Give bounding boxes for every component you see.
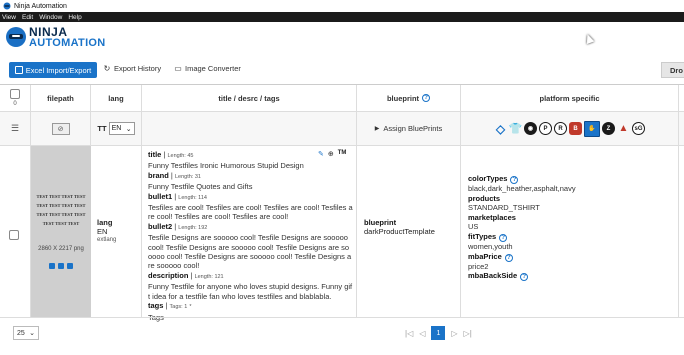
drop-button[interactable]: Dro bbox=[661, 62, 684, 78]
blueprint-cell[interactable]: blueprint darkProductTemplate bbox=[364, 218, 435, 236]
col-filepath[interactable]: filepath bbox=[31, 85, 91, 111]
selected-platform-icon[interactable]: ✋ bbox=[584, 120, 600, 137]
col-lang[interactable]: lang bbox=[91, 85, 142, 111]
r-icon[interactable]: R bbox=[554, 122, 567, 135]
play-icon: ▶ bbox=[374, 126, 380, 132]
app-logo: NINJA AUTOMATION bbox=[6, 24, 106, 50]
page-size-select[interactable]: 25 ⌄ bbox=[13, 326, 39, 340]
col-title[interactable]: title / desrc / tags bbox=[142, 85, 357, 111]
logo-line2: AUTOMATION bbox=[29, 36, 106, 49]
design-thumbnail[interactable]: TEST TEST TEST TEST TEST TEST TEST TEST … bbox=[31, 146, 91, 318]
next-page-icon[interactable]: ▷ bbox=[451, 329, 457, 338]
col-platform[interactable]: platform specific bbox=[461, 85, 679, 111]
info-icon[interactable]: ? bbox=[520, 273, 529, 282]
info-icon[interactable]: ? bbox=[510, 176, 519, 184]
table-row: TEST TEST TEST TEST TEST TEST TEST TEST … bbox=[0, 146, 684, 322]
history-icon: ↻ bbox=[103, 63, 111, 73]
col-blueprint[interactable]: blueprint ? bbox=[357, 85, 461, 111]
z-icon[interactable]: Z bbox=[602, 122, 615, 135]
first-page-icon[interactable]: |◁ bbox=[405, 329, 413, 338]
selected-count: 0 bbox=[13, 101, 17, 107]
listing-text[interactable]: title | Length: 45 Funny Testfiles Ironi… bbox=[148, 150, 353, 322]
menu-edit[interactable]: Edit bbox=[22, 14, 33, 21]
info-icon[interactable]: ? bbox=[422, 94, 431, 102]
pager: |◁ ◁ 1 ▷ ▷| bbox=[405, 326, 472, 340]
platform-icons: ◇ 👕 ◉ P R B ✋ Z ▲ sG bbox=[494, 120, 645, 137]
assign-blueprints-button[interactable]: ▶ Assign BluePrints bbox=[375, 124, 442, 133]
hide-preview-icon[interactable]: ⊘ bbox=[51, 122, 70, 135]
chevron-down-icon: ⌄ bbox=[29, 330, 35, 337]
list-icon[interactable]: ☰ bbox=[11, 123, 19, 134]
thumbnail-text: TEST TEST TEST TEST TEST TEST TEST TEST … bbox=[36, 194, 86, 226]
file-icon[interactable] bbox=[49, 263, 55, 269]
logo-line1: NINJA bbox=[29, 24, 68, 39]
current-page[interactable]: 1 bbox=[431, 326, 446, 340]
menu-window[interactable]: Window bbox=[39, 14, 62, 21]
select-all-checkbox[interactable] bbox=[10, 89, 20, 99]
link-icon[interactable] bbox=[58, 263, 64, 269]
mouse-cursor-icon bbox=[583, 32, 595, 45]
platform-specific-cell[interactable]: colorTypes? black,dark_heather,asphalt,n… bbox=[468, 174, 576, 282]
info-icon[interactable]: ? bbox=[499, 233, 508, 242]
grid-header-row: 0 filepath lang title / desrc / tags blu… bbox=[0, 85, 684, 112]
grid-filter-row: ☰ ⊘ TT EN ⌄ ▶ Assign BluePrints ◇ 👕 ◉ P R… bbox=[0, 112, 684, 146]
translate-icon[interactable]: TT bbox=[97, 124, 106, 133]
b-icon[interactable]: B bbox=[569, 122, 582, 135]
excel-icon bbox=[14, 66, 23, 74]
menu-bar: View Edit Window Help bbox=[0, 12, 684, 22]
products-grid: 0 filepath lang title / desrc / tags blu… bbox=[0, 84, 684, 322]
lang-dropdown[interactable]: EN ⌄ bbox=[108, 122, 135, 135]
shirt-icon[interactable]: 👕 bbox=[509, 122, 523, 135]
last-page-icon[interactable]: ▷| bbox=[464, 329, 472, 338]
lang-cell: lang EN extlang bbox=[97, 218, 117, 243]
info-icon[interactable]: ? bbox=[504, 253, 513, 262]
window-title: Ninja Automation bbox=[14, 2, 67, 10]
export-history-button[interactable]: ↻ Export History bbox=[103, 64, 161, 73]
pagination-footer: 25 ⌄ |◁ ◁ 1 ▷ ▷| bbox=[0, 317, 684, 355]
image-dimensions: 2860 X 2217 png bbox=[38, 246, 84, 252]
menu-help[interactable]: Help bbox=[68, 14, 81, 21]
p-icon[interactable]: P bbox=[539, 122, 552, 135]
chevron-down-icon: ⌄ bbox=[125, 125, 132, 133]
image-converter-button[interactable]: ▭ Image Converter bbox=[174, 64, 241, 73]
app-icon bbox=[3, 2, 11, 10]
circle-icon[interactable]: ◉ bbox=[524, 122, 537, 135]
sg-icon[interactable]: sG bbox=[632, 122, 645, 135]
image-icon: ▭ bbox=[174, 63, 182, 73]
excel-import-export-button[interactable]: Excel Import/Export bbox=[9, 62, 97, 78]
prev-page-icon[interactable]: ◁ bbox=[419, 329, 425, 338]
tri-icon[interactable]: ▲ bbox=[617, 122, 630, 135]
toolbar: Excel Import/Export ↻ Export History ▭ I… bbox=[0, 60, 684, 80]
lang-selector: TT EN ⌄ bbox=[97, 122, 135, 135]
window-titlebar: Ninja Automation bbox=[0, 0, 684, 12]
menu-view[interactable]: View bbox=[2, 14, 16, 21]
ninja-logo-icon bbox=[6, 27, 26, 47]
row-checkbox[interactable] bbox=[9, 230, 19, 240]
add-icon[interactable] bbox=[67, 263, 73, 269]
diamond-icon[interactable]: ◇ bbox=[494, 122, 507, 136]
